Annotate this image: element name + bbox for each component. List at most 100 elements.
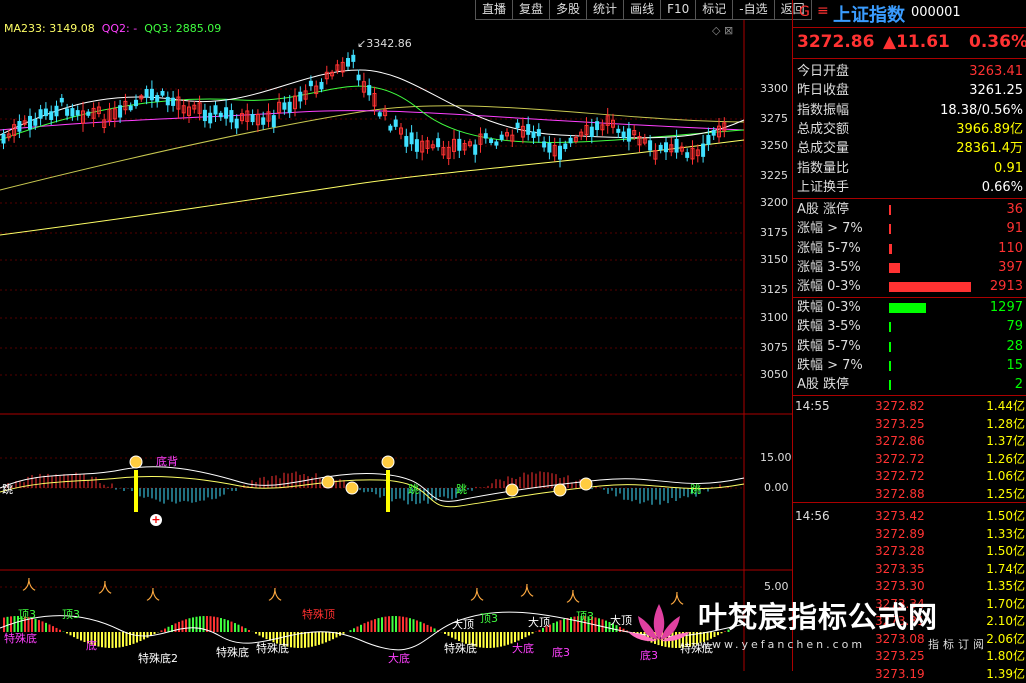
chart-svg[interactable]: 人人人人人人人人 [0, 0, 792, 671]
signal-tesudi2: 特殊底2 [138, 650, 178, 666]
breadth-row: 涨幅 3-5% 397 [797, 258, 1025, 277]
candle-body [548, 143, 551, 152]
breadth-label: 涨幅 > 7% [797, 219, 863, 238]
candle-body [129, 106, 132, 110]
candle-body [214, 106, 217, 114]
divider [793, 58, 1026, 59]
signal-ding3: 顶3 [18, 606, 36, 622]
tick-row: 3272.861.37亿 [795, 433, 1025, 451]
candle-body [235, 119, 238, 128]
menu-icon[interactable]: ≡ [817, 3, 829, 19]
price-tick: 3175 [760, 226, 788, 239]
plus-marker-icon: + [150, 514, 162, 526]
stat-value: 3966.89亿 [956, 120, 1023, 139]
candle-body [29, 116, 32, 129]
tick-volume: 1.50亿 [986, 508, 1025, 526]
tick-row: 3273.25 1.28亿 [795, 416, 1025, 434]
candle-body [288, 102, 291, 112]
breadth-row: A股 涨停36 [797, 200, 1025, 219]
price-tick: 3100 [760, 311, 788, 324]
group-badge[interactable]: G [799, 4, 810, 20]
signal-ding3: 顶3 [576, 608, 594, 624]
tick-price: 3273.30 [875, 578, 925, 596]
money-bag-icon [130, 456, 142, 468]
candle-body [389, 126, 392, 130]
tick-price: 3272.72 [875, 468, 925, 486]
breadth-row: 涨幅 > 7% 91 [797, 219, 1025, 238]
breadth-value: 1297 [990, 298, 1023, 317]
breadth-row: 跌幅 3-5%79 [797, 317, 1025, 336]
breadth-label: 涨幅 3-5% [797, 258, 861, 277]
candle-body [352, 55, 355, 61]
breadth-row: 跌幅 > 7%15 [797, 356, 1025, 375]
candle-body [527, 125, 530, 135]
candle-body [50, 112, 53, 120]
breadth-value: 36 [1006, 200, 1023, 219]
signal-tesudi: 特殊底 [444, 640, 477, 656]
candle-body [659, 145, 662, 149]
candle-body [564, 144, 567, 148]
tick-price: 3273.25 [875, 416, 925, 434]
stat-label: 指数量比 [797, 159, 849, 178]
money-bag-icon [382, 456, 394, 468]
high-price-label: ↙3342.86 [357, 37, 412, 50]
signal-tesudi: 特殊底 [216, 644, 249, 660]
ma-line [0, 70, 744, 138]
breadth-bar [889, 322, 891, 332]
ind2-tick: 5.00 [764, 580, 789, 593]
tick-volume: 2.06亿 [986, 631, 1025, 649]
breadth-value: 397 [998, 258, 1023, 277]
price-tick: 3250 [760, 139, 788, 152]
candle-body [516, 123, 519, 127]
tick-volume: 1.39亿 [986, 666, 1025, 683]
breadth-bar [889, 282, 971, 292]
breadth-label: 跌幅 5-7% [797, 337, 861, 356]
candle-body [559, 146, 562, 159]
stat-value: 0.91 [994, 159, 1023, 178]
breadth-bar [889, 263, 900, 273]
tick-volume: 1.70亿 [986, 596, 1025, 614]
breadth-label: 跌幅 3-5% [797, 317, 861, 336]
candle-body [172, 98, 175, 105]
signal-tesudi: 特殊底 [256, 640, 289, 656]
candle-body [347, 59, 350, 67]
tick-volume: 2.10亿 [986, 613, 1025, 631]
candle-body [87, 112, 90, 115]
candle-body [225, 108, 228, 118]
candle-body [166, 97, 169, 104]
stat-value: 0.66% [982, 178, 1023, 197]
signal-ding3: 顶3 [62, 606, 80, 622]
tick-row: 3273.19 1.39亿 [795, 666, 1025, 683]
money-bag-icon [322, 476, 334, 488]
breadth-row: A股 跌停2 [797, 375, 1025, 394]
tick-row: 3272.891.33亿 [795, 526, 1025, 544]
price-tick: 3125 [760, 283, 788, 296]
tick-volume: 1.25亿 [986, 486, 1025, 504]
money-bag-icon [554, 484, 566, 496]
candle-body [135, 100, 138, 105]
tick-row: 3273.281.50亿 [795, 543, 1025, 561]
candle-body [627, 129, 630, 141]
signal-ding3: 顶3 [480, 610, 498, 626]
breadth-bar [889, 361, 891, 371]
money-bag-icon [506, 484, 518, 496]
stat-value: 3261.25 [969, 81, 1023, 100]
tick-volume: 1.06亿 [986, 468, 1025, 486]
stat-row: 指数振幅18.38/0.56% [797, 101, 1025, 120]
tick-price: 3273.19 [875, 666, 925, 683]
breadth-bar [889, 224, 891, 234]
candle-body [474, 145, 477, 154]
candle-body [665, 143, 668, 152]
quote-panel: G ≡ 上证指数 000001 3272.86 ▲11.61 0.36% 今日开… [792, 0, 1026, 671]
price-tick: 3075 [760, 341, 788, 354]
breadth-value: 91 [1006, 219, 1023, 238]
candle-body [299, 92, 302, 101]
stat-row: 总成交量28361.4万 [797, 139, 1025, 158]
candle-body [543, 142, 546, 147]
candle-body [569, 138, 572, 142]
candle-body [203, 110, 206, 120]
tick-volume: 1.28亿 [986, 416, 1025, 434]
tick-volume: 1.74亿 [986, 561, 1025, 579]
candle-body [283, 103, 286, 109]
price-change-pct: 0.36% [969, 32, 1026, 52]
